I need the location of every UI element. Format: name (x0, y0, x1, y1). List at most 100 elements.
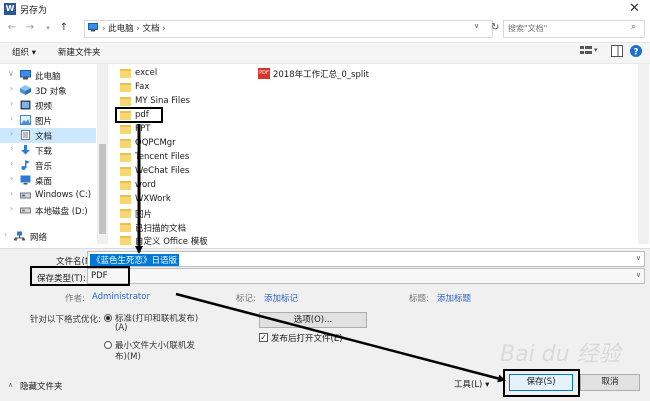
search-icon[interactable]: ⌕ (631, 22, 636, 32)
documents-icon (20, 130, 31, 140)
folder-icon (120, 236, 131, 245)
desktop-icon (20, 175, 31, 185)
author-value[interactable]: Administrator (92, 292, 150, 302)
nav-scrollbar-thumb[interactable] (99, 144, 106, 234)
nav-item-pictures[interactable]: › 图片 (0, 113, 96, 128)
music-icon (20, 160, 31, 170)
organize-button[interactable]: 组织 ▾ (12, 46, 36, 58)
collapsed-chevron-icon[interactable]: › (10, 99, 13, 108)
folder-icon (120, 69, 131, 78)
nav-item-local-disk-d[interactable]: › 本地磁盘 (D:) (0, 203, 96, 218)
collapsed-chevron-icon[interactable]: › (10, 114, 13, 123)
filename-dropdown-icon[interactable]: ∨ (636, 254, 641, 262)
nav-item-3d-objects[interactable]: › 3D 对象 (0, 83, 96, 98)
filetype-dropdown-icon[interactable]: ∨ (636, 271, 641, 279)
file-list: excel Fax MY Sina Files pdf PPT QQPCMgr … (108, 64, 638, 247)
nav-item-network[interactable]: › 网络 (0, 229, 96, 244)
word-app-icon: W (4, 3, 16, 15)
pdf-file-icon: PDF (258, 68, 270, 79)
nav-item-desktop[interactable]: › 桌面 (0, 173, 96, 188)
open-after-publish-label[interactable]: 发布后打开文件(E) (271, 332, 343, 344)
optimize-minimum-label-2[interactable]: 布)(M) (115, 350, 141, 362)
optimize-standard-label-2[interactable]: (A) (115, 323, 127, 333)
optimize-standard-radio[interactable] (104, 314, 112, 322)
nav-item-this-pc[interactable]: ∨ 此电脑 (0, 68, 96, 83)
optimize-label: 针对以下格式优化: (30, 315, 101, 325)
annotation-box-filetype (30, 266, 130, 286)
nav-item-label: 视频 (35, 102, 53, 112)
navigation-pane: ∨ 此电脑 › 3D 对象 › 视频 › 图片 › 文档 › 下载 › 音乐 ›… (0, 64, 108, 244)
computer-icon (20, 70, 31, 80)
nav-item-label: 此电脑 (35, 72, 61, 82)
tools-menu[interactable]: 工具(L) ▾ (454, 378, 489, 390)
breadcrumb-this-pc[interactable]: 此电脑 (108, 24, 134, 34)
new-folder-button[interactable]: 新建文件夹 (58, 46, 101, 58)
cancel-button[interactable]: 取消 (580, 374, 640, 391)
optimize-minimum-radio[interactable] (104, 341, 112, 349)
title-label: 标题: (409, 294, 429, 304)
refresh-icon[interactable]: ↻ (491, 22, 499, 33)
annotation-box-save (503, 369, 580, 397)
folder-icon (120, 153, 131, 162)
collapsed-chevron-icon[interactable]: › (10, 84, 13, 93)
filetype-select[interactable]: PDF ∨ (87, 268, 645, 284)
svg-text:?: ? (633, 48, 638, 58)
baidu-watermark: Bai du 经验 (500, 342, 621, 367)
drive-icon (20, 190, 31, 200)
nav-item-documents[interactable]: › 文档 (0, 128, 96, 143)
help-icon[interactable]: ? (630, 45, 642, 57)
network-icon (14, 231, 25, 241)
expand-chevron-icon[interactable]: ∨ (8, 69, 14, 78)
view-options-icon[interactable] (580, 45, 592, 57)
filename-input[interactable]: 《蓝色生死恋》日语版 ∨ (87, 251, 645, 267)
nav-item-downloads[interactable]: › 下载 (0, 143, 96, 158)
nav-item-windows-c[interactable]: › Windows (C:) (0, 188, 96, 203)
nav-item-label: 网络 (30, 233, 48, 243)
nav-item-label: 下载 (35, 147, 53, 157)
file-list-scrollbar[interactable] (638, 64, 649, 244)
breadcrumb-documents[interactable]: 文档 (142, 24, 159, 34)
optimize-standard-label[interactable]: 标准(打印和联机发布) (115, 312, 198, 324)
3d-objects-icon (20, 85, 31, 95)
nav-item-label: 音乐 (35, 162, 53, 172)
author-label: 作者: (65, 294, 85, 304)
breadcrumb: › 此电脑 › 文档 › (102, 24, 166, 34)
collapsed-chevron-icon[interactable]: › (4, 230, 7, 239)
drive-icon (20, 205, 31, 215)
preview-pane-icon[interactable] (611, 45, 623, 57)
collapsed-chevron-icon[interactable]: › (10, 144, 13, 153)
nav-item-music[interactable]: › 音乐 (0, 158, 96, 173)
folder-icon (120, 181, 131, 190)
folder-icon (120, 209, 131, 218)
window-title: 另存为 (20, 6, 48, 16)
folder-icon (120, 83, 131, 92)
tags-label: 标记: (236, 294, 256, 304)
folder-icon (120, 97, 131, 106)
nav-item-videos[interactable]: › 视频 (0, 98, 96, 113)
up-arrow-icon[interactable]: ↑ (58, 21, 70, 35)
collapse-chevron-icon[interactable]: ∧ (8, 381, 13, 389)
annotation-box-pdf (115, 107, 163, 123)
nav-item-label: 桌面 (35, 177, 53, 187)
open-after-publish-checkbox[interactable]: ✓ (259, 333, 268, 342)
collapsed-chevron-icon[interactable]: › (10, 174, 13, 183)
collapsed-chevron-icon[interactable]: › (10, 159, 13, 168)
collapsed-chevron-icon[interactable]: › (10, 204, 13, 213)
forward-arrow-icon[interactable]: → (24, 21, 36, 35)
pictures-icon (20, 115, 31, 125)
nav-item-label: 文档 (35, 132, 53, 142)
collapsed-chevron-icon[interactable]: › (10, 129, 13, 138)
hide-folders-button[interactable]: 隐藏文件夹 (20, 380, 63, 392)
view-dropdown-icon[interactable]: ▾ (594, 46, 598, 54)
recent-chevron-icon[interactable]: ▾ (42, 21, 54, 35)
search-box[interactable] (503, 20, 645, 38)
title-value[interactable]: 添加标题 (437, 292, 471, 304)
search-input[interactable] (504, 21, 630, 35)
collapsed-chevron-icon[interactable]: › (10, 189, 13, 198)
options-button[interactable]: 选项(O)... (259, 312, 367, 328)
back-arrow-icon[interactable]: ← (6, 21, 18, 35)
folder-icon (120, 167, 131, 176)
close-icon[interactable]: ✕ (629, 1, 640, 16)
address-dropdown-icon[interactable]: ∨ (474, 22, 479, 30)
tags-value[interactable]: 添加标记 (264, 292, 298, 304)
